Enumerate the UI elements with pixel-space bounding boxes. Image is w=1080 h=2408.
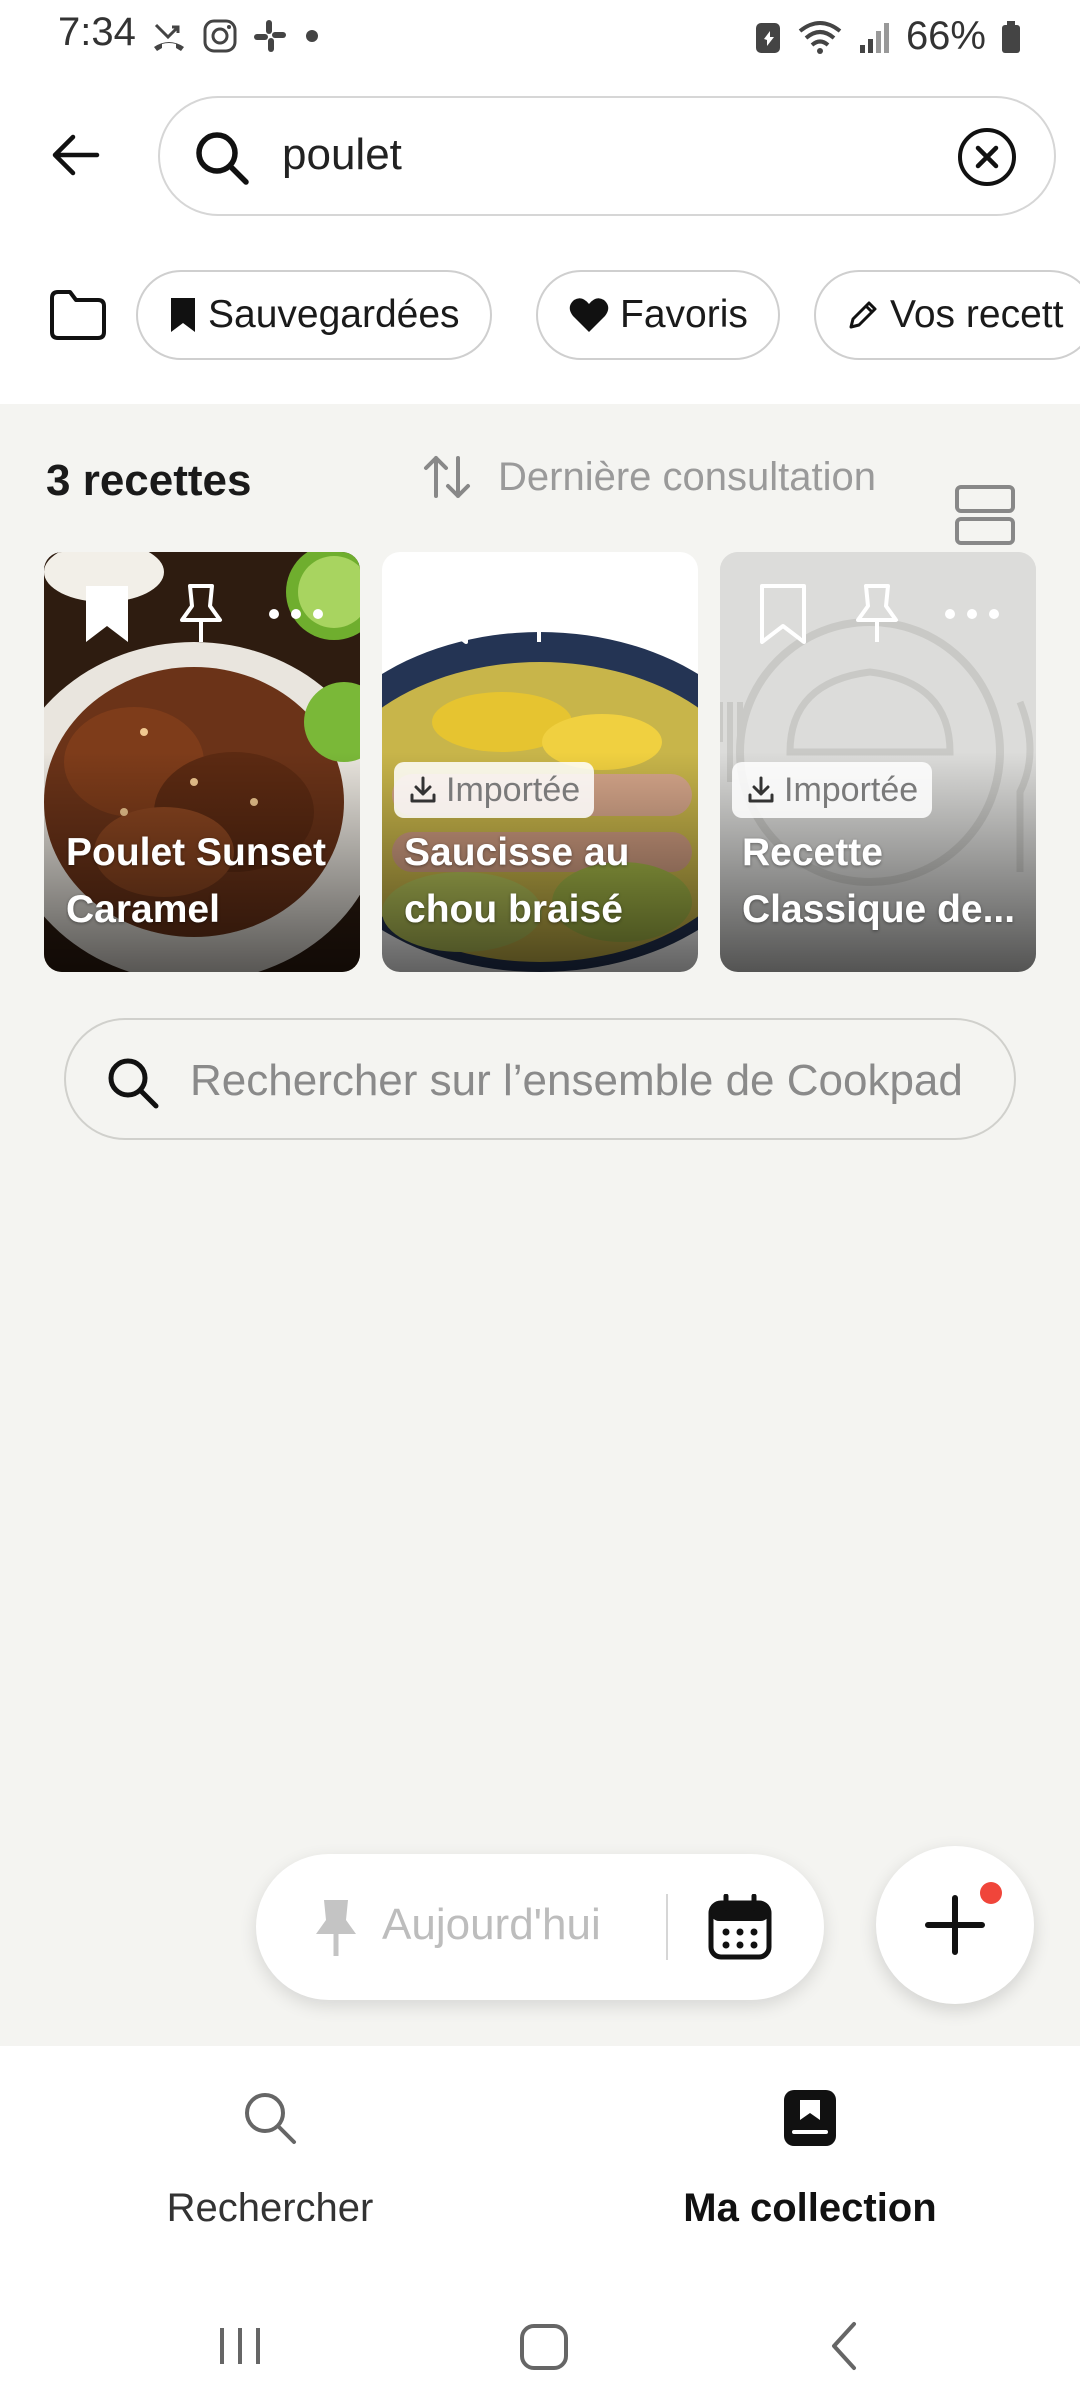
pin-icon (518, 584, 560, 642)
layout-toggle-button[interactable] (954, 484, 1016, 546)
arrow-left-icon (52, 134, 100, 176)
recipe-card[interactable]: Importée Saucisse au chou braisé (382, 552, 698, 972)
more-options-button[interactable] (266, 582, 326, 646)
sort-icon (424, 456, 470, 498)
recipe-title: Recette Classique de... (742, 831, 1016, 931)
signal-icon (858, 19, 892, 55)
nav-label: Ma collection (683, 2186, 937, 2230)
search-icon (240, 2088, 300, 2148)
bookmark-icon (171, 298, 195, 332)
more-horizontal-icon (945, 609, 999, 619)
search-icon (104, 1054, 162, 1112)
chip-saved[interactable]: Sauvegardées (136, 270, 492, 360)
pin-button[interactable] (852, 582, 902, 646)
add-recipe-button[interactable] (876, 1846, 1034, 2004)
bookmark-icon (86, 586, 128, 642)
collection-main: 3 recettes Dernière consultation Poulet … (0, 404, 1080, 2046)
recent-apps-icon (220, 2328, 260, 2364)
chip-label: Favoris (620, 293, 748, 336)
folder-button[interactable] (48, 288, 108, 342)
list-view-icon (955, 485, 1015, 545)
notification-dot-icon (302, 18, 322, 54)
battery-icon (1000, 19, 1022, 55)
home-button[interactable] (516, 2316, 572, 2376)
missed-call-icon (150, 17, 188, 55)
bookmark-outline-icon (422, 584, 468, 644)
home-icon (520, 2324, 568, 2370)
clear-search-button[interactable] (956, 126, 1018, 188)
back-button[interactable] (40, 120, 110, 190)
sort-button[interactable]: Dernière consultation (422, 452, 876, 502)
search-header: poulet (0, 76, 1080, 236)
pin-button[interactable] (514, 582, 564, 646)
system-navigation (0, 2286, 1080, 2408)
chevron-left-icon (832, 2322, 856, 2370)
notification-dot (980, 1882, 1002, 1904)
instagram-icon (202, 18, 238, 54)
badge-label: Importée (784, 770, 919, 809)
global-search-placeholder: Rechercher sur l’ensemble de Cookpad (190, 1056, 963, 1105)
download-icon (410, 776, 436, 803)
more-horizontal-icon (269, 609, 323, 619)
recipe-card[interactable]: Importée Recette Classique de... (720, 552, 1036, 972)
divider (666, 1894, 668, 1960)
status-bar: 7:34 66% (0, 0, 1080, 76)
more-options-button[interactable] (604, 582, 664, 646)
close-icon (958, 128, 1016, 186)
chip-label: Sauvegardées (208, 293, 460, 336)
nav-search[interactable]: Rechercher (0, 2046, 540, 2276)
wifi-icon (796, 19, 844, 55)
sort-label: Dernière consultation (498, 454, 876, 499)
pin-icon (310, 1896, 362, 1960)
nav-label: Rechercher (166, 2186, 374, 2230)
recipe-book-icon (782, 2088, 838, 2148)
chip-favorites[interactable]: Favoris (536, 270, 780, 360)
recipe-count: 3 recettes (46, 456, 252, 505)
bottom-navigation: Rechercher Ma collection (0, 2046, 1080, 2286)
download-icon (748, 776, 774, 803)
battery-level: 66% (905, 14, 986, 58)
meal-planner-bar: Aujourd'hui (256, 1854, 824, 2000)
folder-icon (50, 290, 106, 340)
pin-icon (856, 584, 898, 642)
search-icon (192, 128, 252, 188)
heart-icon (569, 298, 609, 332)
recent-apps-button[interactable] (216, 2316, 264, 2376)
search-value: poulet (282, 130, 402, 179)
bookmark-button[interactable] (420, 582, 470, 646)
status-time: 7:34 (58, 10, 136, 54)
nav-my-collection[interactable]: Ma collection (540, 2046, 1080, 2276)
filter-chips: Sauvegardées Favoris Vos recett (0, 268, 1080, 364)
pencil-icon (849, 301, 877, 329)
recipe-title: Saucisse au chou braisé (404, 831, 630, 931)
data-saver-icon (754, 19, 782, 55)
more-horizontal-icon (607, 609, 661, 619)
chip-your-recipes[interactable]: Vos recett (814, 270, 1080, 360)
pin-icon (180, 584, 222, 642)
plus-icon (922, 1892, 988, 1958)
today-button[interactable]: Aujourd'hui (382, 1900, 601, 1950)
imported-badge: Importée (732, 762, 933, 818)
recipe-card[interactable]: Poulet Sunset Caramel (44, 552, 360, 972)
chip-label: Vos recett (890, 293, 1064, 336)
slack-icon (252, 18, 288, 54)
recipe-title: Poulet Sunset Caramel (66, 831, 327, 931)
bookmark-button[interactable] (82, 582, 132, 646)
search-input[interactable]: poulet (158, 96, 1056, 216)
bookmark-button[interactable] (758, 582, 808, 646)
pin-button[interactable] (176, 582, 226, 646)
imported-badge: Importée (394, 762, 595, 818)
global-search-input[interactable]: Rechercher sur l’ensemble de Cookpad (64, 1018, 1016, 1140)
calendar-button[interactable] (708, 1894, 772, 1960)
badge-label: Importée (446, 770, 581, 809)
back-nav-button[interactable] (822, 2316, 870, 2376)
bookmark-outline-icon (760, 584, 806, 644)
more-options-button[interactable] (942, 582, 1002, 646)
calendar-icon (708, 1894, 772, 1960)
recipe-cards: Poulet Sunset Caramel Importée Saucisse … (44, 552, 1036, 972)
